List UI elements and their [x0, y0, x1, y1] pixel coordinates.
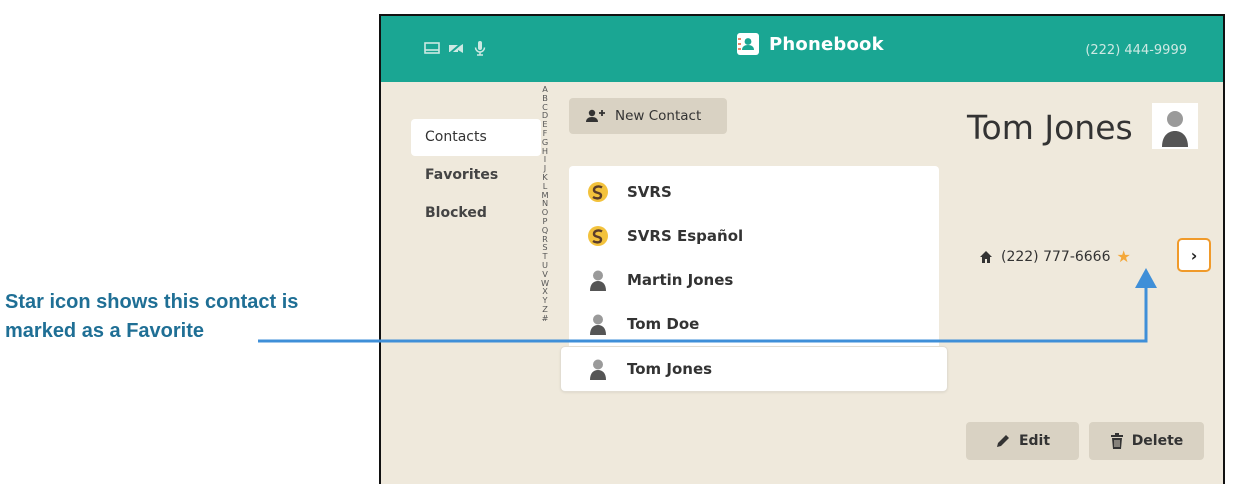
annotation-text: Star icon shows this contact is marked a…: [5, 288, 375, 346]
phonebook-screen: Phonebook (222) 444-9999 Contacts Favori…: [379, 14, 1225, 484]
person-avatar-icon: [587, 313, 609, 335]
top-bar: Phonebook (222) 444-9999: [381, 16, 1223, 82]
chevron-right-icon: ›: [1190, 245, 1198, 265]
delete-label: Delete: [1131, 433, 1184, 449]
alphabet-letter[interactable]: #: [540, 313, 550, 323]
microphone-icon: [472, 40, 488, 56]
contact-detail-chevron-button[interactable]: ›: [1177, 238, 1211, 272]
contact-list: SVRS SVRS Español Martin Jones Tom Doe Tom J…: [561, 166, 947, 391]
contact-phone-row[interactable]: (222) 777-6666 ★: [979, 247, 1131, 266]
svrs-logo-icon: [587, 181, 609, 203]
contact-detail-name: Tom Jones: [967, 108, 1133, 147]
contact-phone-number: (222) 777-6666: [1001, 248, 1111, 265]
contact-avatar: [1152, 103, 1198, 149]
trash-icon: [1110, 433, 1123, 449]
contact-name: SVRS Español: [627, 227, 744, 245]
status-icons: [424, 40, 488, 56]
annotation-line-1: Star icon shows this contact is: [5, 291, 299, 313]
app-title-group: Phonebook: [737, 33, 884, 55]
person-avatar-icon: [587, 358, 609, 380]
contact-name: Tom Jones: [627, 360, 713, 378]
sidebar-item-contacts[interactable]: Contacts: [411, 119, 541, 156]
contact-name: Tom Doe: [627, 315, 700, 333]
delete-button[interactable]: Delete: [1089, 422, 1204, 460]
message-icon: [424, 40, 440, 56]
edit-button[interactable]: Edit: [966, 422, 1079, 460]
annotation-line-2: marked as a Favorite: [5, 320, 204, 342]
alphabet-index[interactable]: A B C D E F G H I J K L M N O P Q R S T U V W X Y Z #: [540, 85, 550, 323]
home-icon: [980, 250, 992, 263]
phonebook-logo-icon: [737, 33, 759, 55]
svrs-logo-icon: [587, 225, 609, 247]
contact-name: SVRS: [627, 183, 672, 201]
contact-list-item[interactable]: SVRS: [569, 170, 939, 214]
sidebar-item-blocked[interactable]: Blocked: [411, 194, 541, 232]
video-off-icon: [448, 40, 464, 56]
own-phone-number: (222) 444-9999: [1085, 43, 1187, 58]
contact-list-item[interactable]: Martin Jones: [569, 258, 939, 302]
favorite-star-icon: ★: [1116, 247, 1131, 266]
app-title: Phonebook: [769, 33, 884, 55]
person-avatar-icon: [587, 269, 609, 291]
new-contact-button[interactable]: New Contact: [569, 98, 727, 134]
contact-list-item[interactable]: Tom Jones: [561, 347, 947, 391]
edit-label: Edit: [1018, 433, 1051, 449]
sidebar-item-favorites[interactable]: Favorites: [411, 156, 541, 194]
add-person-icon: [586, 109, 605, 122]
contact-list-item[interactable]: SVRS Español: [569, 214, 939, 258]
new-contact-label: New Contact: [615, 108, 702, 124]
pencil-icon: [996, 435, 1009, 447]
contact-name: Martin Jones: [627, 271, 734, 289]
sidebar-nav: Contacts Favorites Blocked: [411, 119, 541, 232]
contact-list-item[interactable]: Tom Doe: [569, 302, 939, 346]
